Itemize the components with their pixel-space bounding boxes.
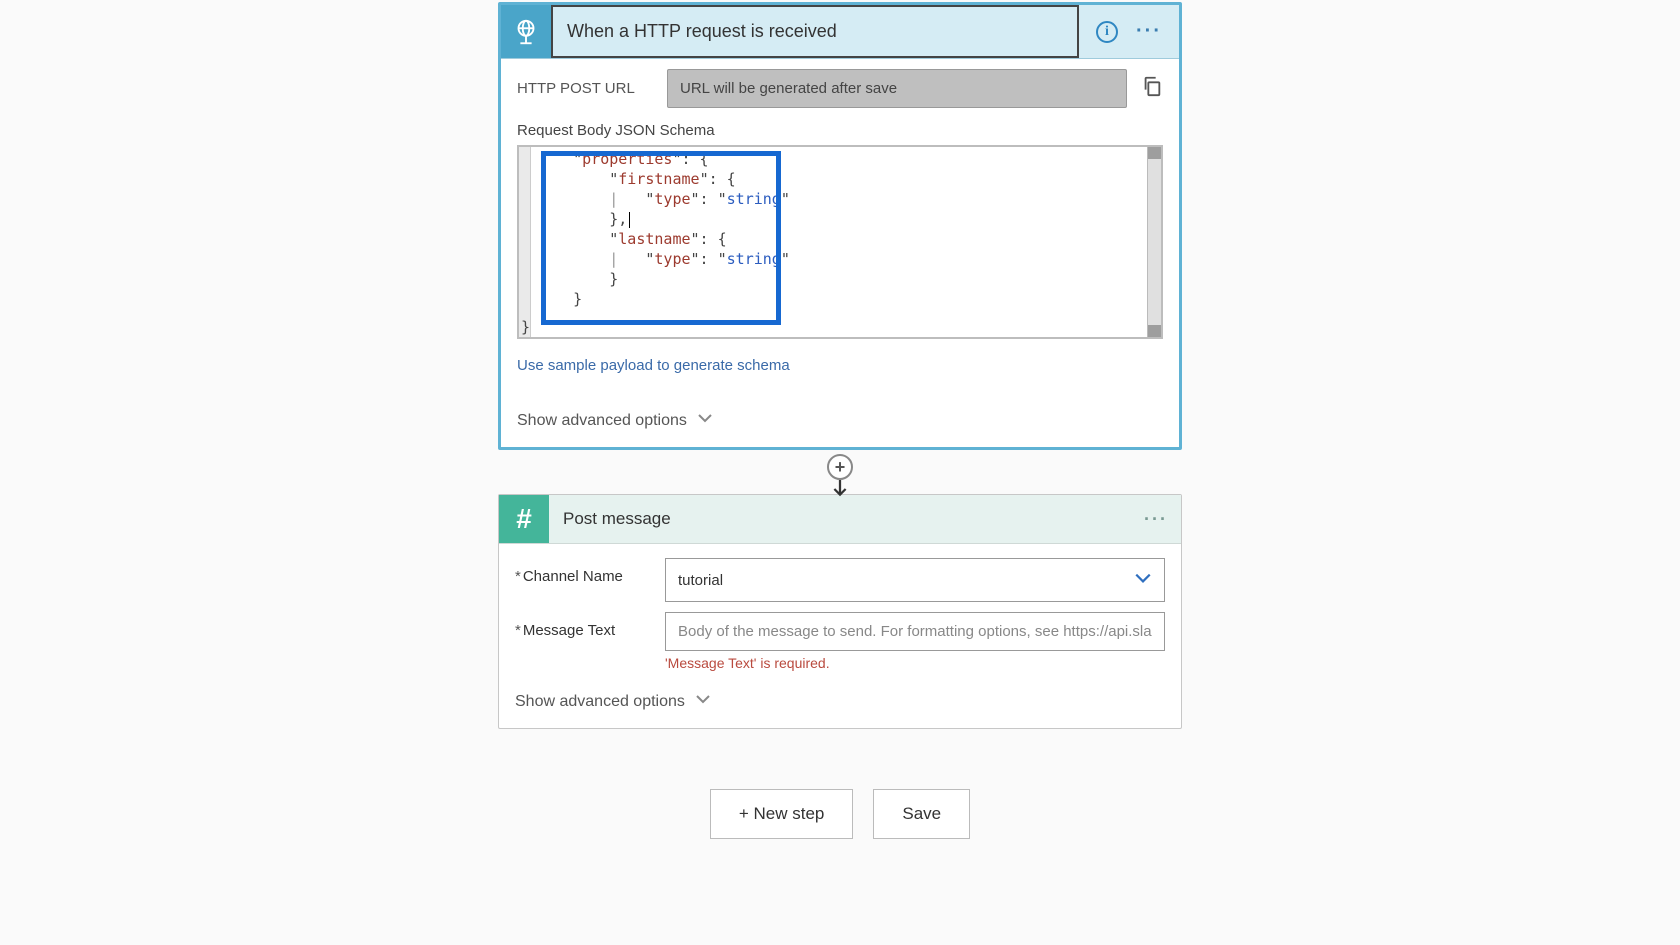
schema-scrollbar[interactable] [1147,147,1161,337]
show-advanced-slack[interactable]: Show advanced options [515,691,1165,712]
post-message-card: # Post message ··· *Channel Name tutoria… [498,494,1182,729]
json-schema-editor[interactable]: "properties": { "firstname": { | "type":… [517,145,1163,339]
message-error: 'Message Text' is required. [665,655,1165,671]
url-label: HTTP POST URL [517,80,667,97]
copy-url-icon[interactable] [1141,75,1163,102]
trigger-header[interactable]: When a HTTP request is received i ··· [501,5,1179,59]
chevron-down-icon [1134,569,1152,591]
channel-select[interactable]: tutorial [665,558,1165,602]
add-step-icon[interactable]: + [827,454,853,480]
url-field: URL will be generated after save [667,69,1127,108]
trigger-title: When a HTTP request is received [551,5,1079,58]
http-icon [501,5,551,58]
channel-label: *Channel Name [515,558,665,585]
schema-label: Request Body JSON Schema [517,122,1163,139]
arrow-down-icon [831,480,849,503]
chevron-down-icon [697,410,713,431]
chevron-down-icon [695,691,711,712]
show-advanced-trigger[interactable]: Show advanced options [517,410,1163,431]
new-step-button[interactable]: + New step [710,789,854,839]
schema-code[interactable]: "properties": { "firstname": { | "type":… [531,147,1147,337]
connector: + [498,450,1182,494]
slack-menu-icon[interactable]: ··· [1131,495,1181,543]
info-icon[interactable]: i [1096,21,1118,43]
trigger-menu-icon[interactable]: ··· [1136,20,1162,43]
use-sample-payload-link[interactable]: Use sample payload to generate schema [517,357,1163,374]
message-label: *Message Text [515,612,665,639]
channel-value: tutorial [678,572,723,589]
slack-icon: # [499,495,549,543]
save-button[interactable]: Save [873,789,970,839]
http-trigger-card: When a HTTP request is received i ··· HT… [498,2,1182,450]
message-text-input[interactable] [665,612,1165,651]
